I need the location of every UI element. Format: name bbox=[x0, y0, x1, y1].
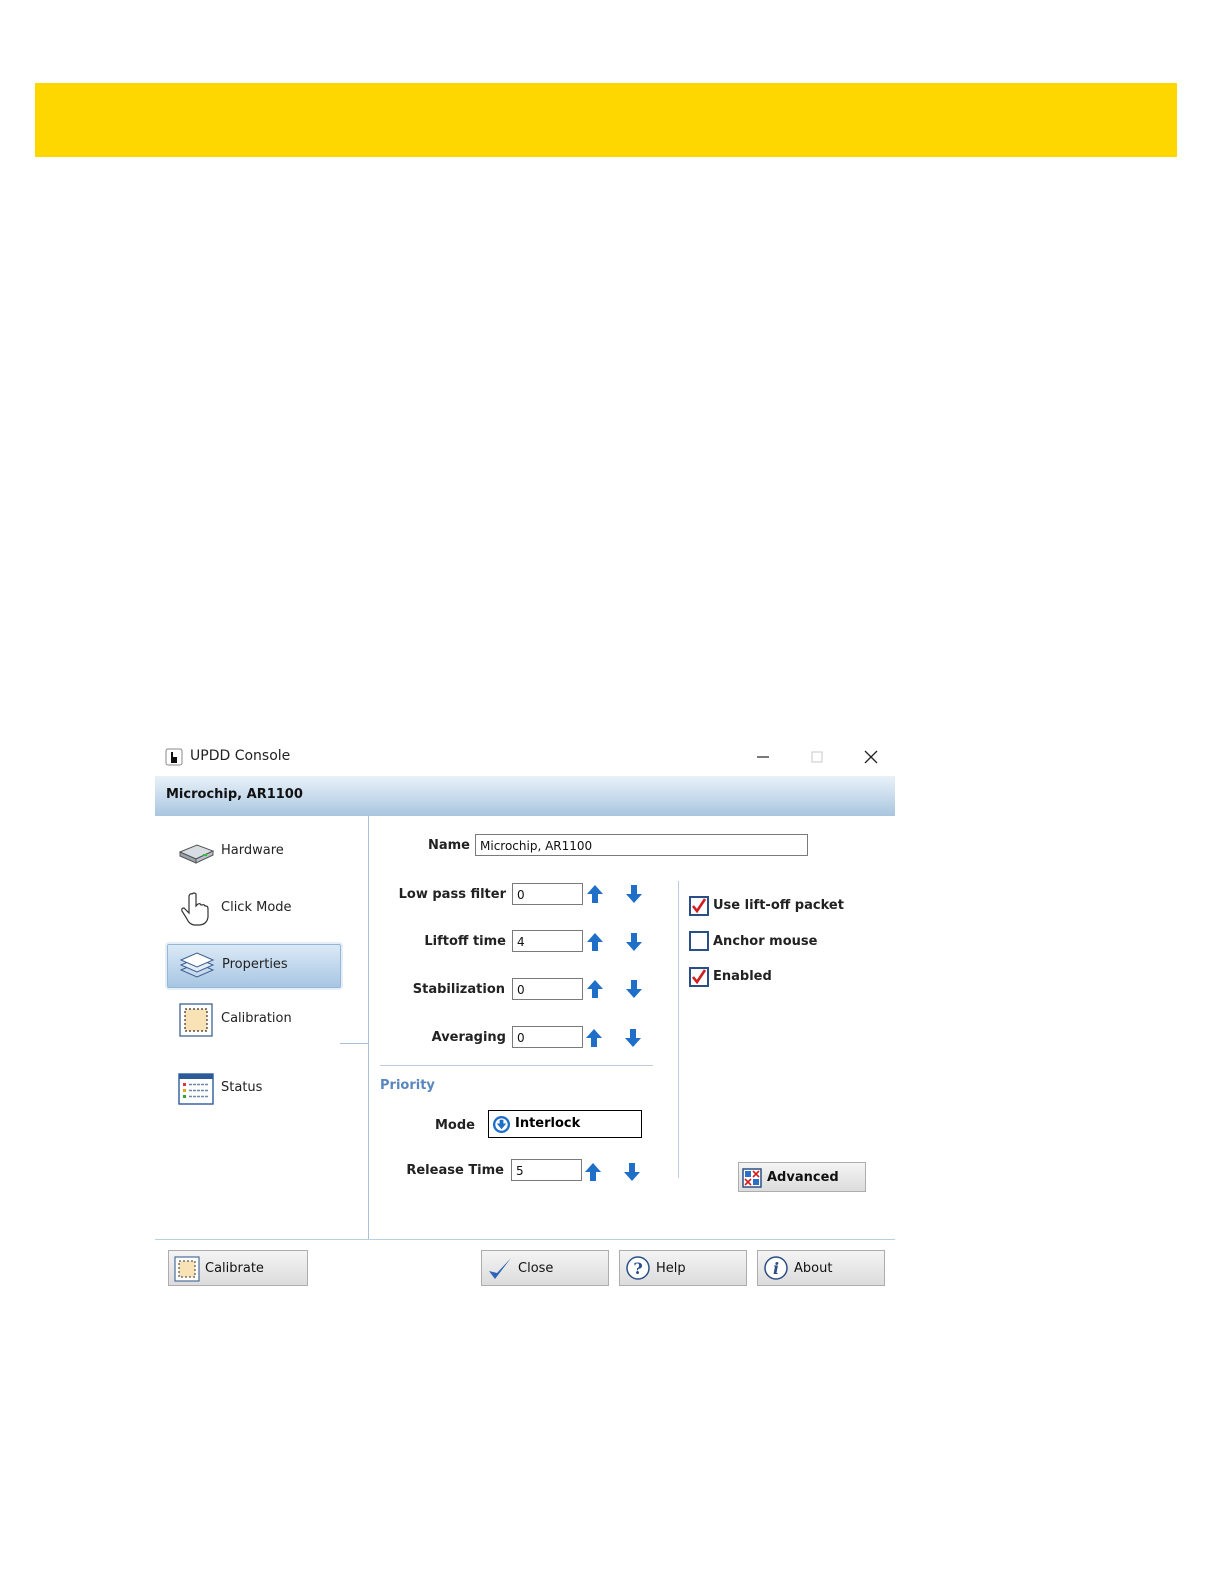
liftoff-time-label: Liftoff time bbox=[424, 934, 506, 949]
decrease-arrow-icon[interactable] bbox=[624, 884, 644, 904]
increase-arrow-icon[interactable] bbox=[583, 1162, 603, 1182]
close-window-button[interactable] bbox=[857, 746, 885, 768]
layers-icon bbox=[179, 952, 215, 978]
footer-separator bbox=[155, 1239, 895, 1240]
options-separator bbox=[678, 881, 679, 1178]
averaging-label: Averaging bbox=[431, 1030, 506, 1045]
minimize-button[interactable] bbox=[749, 746, 777, 768]
device-name: Microchip, AR1100 bbox=[166, 787, 303, 802]
help-button-label: Help bbox=[656, 1261, 686, 1276]
decrease-arrow-icon[interactable] bbox=[624, 932, 644, 952]
title-bar: UPDD Console bbox=[155, 738, 895, 776]
device-header: Microchip, AR1100 bbox=[155, 776, 895, 816]
sidebar-item-label: Click Mode bbox=[221, 900, 292, 915]
mode-value: Interlock bbox=[515, 1116, 581, 1131]
calibration-icon bbox=[174, 1256, 200, 1282]
name-label: Name bbox=[427, 838, 470, 853]
hardware-icon bbox=[178, 844, 215, 864]
chevron-down-circle-icon bbox=[492, 1115, 511, 1134]
stabilization-field[interactable]: 0 bbox=[512, 978, 583, 1000]
close-button-label: Close bbox=[518, 1261, 554, 1276]
close-button[interactable]: Close bbox=[481, 1250, 609, 1286]
sidebar-item-label: Calibration bbox=[221, 1011, 292, 1026]
decrease-arrow-icon[interactable] bbox=[622, 1162, 642, 1182]
stabilization-label: Stabilization bbox=[412, 982, 505, 997]
increase-arrow-icon[interactable] bbox=[585, 932, 605, 952]
hand-pointer-icon bbox=[181, 892, 209, 926]
checkmark-icon bbox=[489, 1258, 511, 1279]
priority-separator bbox=[380, 1065, 653, 1066]
calibrate-button-label: Calibrate bbox=[205, 1261, 264, 1276]
advanced-button-label: Advanced bbox=[767, 1170, 839, 1185]
sidebar-item-click-mode[interactable]: Click Mode bbox=[167, 888, 339, 930]
calibration-icon bbox=[179, 1003, 213, 1037]
averaging-field[interactable]: 0 bbox=[512, 1026, 583, 1048]
sidebar-item-label: Status bbox=[221, 1080, 263, 1095]
about-button[interactable]: i About bbox=[757, 1250, 885, 1286]
nav-connector-line bbox=[340, 1043, 368, 1044]
sidebar-item-calibration[interactable]: Calibration bbox=[167, 999, 339, 1041]
updd-console-window: UPDD Console Microchip, AR1100 Hardware bbox=[155, 738, 895, 1298]
sidebar-item-label: Properties bbox=[222, 957, 288, 972]
window-title: UPDD Console bbox=[190, 748, 291, 764]
release-time-field[interactable]: 5 bbox=[511, 1159, 582, 1181]
help-button[interactable]: ? Help bbox=[619, 1250, 747, 1286]
increase-arrow-icon[interactable] bbox=[584, 1028, 604, 1048]
header-yellow-bar bbox=[35, 83, 1177, 157]
increase-arrow-icon[interactable] bbox=[585, 884, 605, 904]
low-pass-filter-field[interactable]: 0 bbox=[512, 883, 583, 905]
sidebar-item-status[interactable]: Status bbox=[167, 1068, 339, 1110]
app-icon bbox=[165, 748, 183, 766]
enabled-checkbox[interactable] bbox=[689, 967, 709, 987]
sidebar-item-properties[interactable]: Properties bbox=[167, 944, 341, 988]
help-icon: ? bbox=[626, 1256, 650, 1280]
enabled-label: Enabled bbox=[713, 969, 772, 984]
svg-text:i: i bbox=[773, 1259, 779, 1278]
decrease-arrow-icon[interactable] bbox=[623, 1028, 643, 1048]
status-list-icon bbox=[178, 1073, 214, 1105]
sidebar-item-hardware[interactable]: Hardware bbox=[167, 831, 339, 873]
close-icon bbox=[864, 750, 878, 764]
low-pass-filter-label: Low pass filter bbox=[398, 887, 506, 902]
increase-arrow-icon[interactable] bbox=[585, 979, 605, 999]
sidebar-nav: Hardware Click Mode Properties Calibrati… bbox=[155, 816, 369, 1239]
calibrate-button[interactable]: Calibrate bbox=[168, 1250, 308, 1286]
liftoff-time-field[interactable]: 4 bbox=[512, 930, 583, 952]
advanced-button[interactable]: Advanced bbox=[738, 1162, 866, 1192]
about-button-label: About bbox=[794, 1261, 833, 1276]
minimize-icon bbox=[757, 756, 769, 758]
info-icon: i bbox=[764, 1256, 788, 1280]
release-time-label: Release Time bbox=[406, 1163, 504, 1178]
maximize-icon bbox=[811, 751, 823, 763]
use-liftoff-packet-checkbox[interactable] bbox=[689, 896, 709, 916]
maximize-button[interactable] bbox=[803, 746, 831, 768]
mode-label: Mode bbox=[435, 1118, 475, 1133]
anchor-mouse-checkbox[interactable] bbox=[689, 931, 709, 951]
mode-selector[interactable]: Interlock bbox=[488, 1110, 642, 1138]
name-field[interactable]: Microchip, AR1100 bbox=[475, 834, 808, 856]
svg-text:?: ? bbox=[633, 1259, 642, 1278]
anchor-mouse-label: Anchor mouse bbox=[713, 934, 818, 949]
use-liftoff-packet-label: Use lift-off packet bbox=[713, 898, 844, 913]
advanced-settings-icon bbox=[742, 1168, 762, 1188]
sidebar-item-label: Hardware bbox=[221, 843, 284, 858]
priority-heading: Priority bbox=[380, 1078, 435, 1093]
decrease-arrow-icon[interactable] bbox=[624, 979, 644, 999]
